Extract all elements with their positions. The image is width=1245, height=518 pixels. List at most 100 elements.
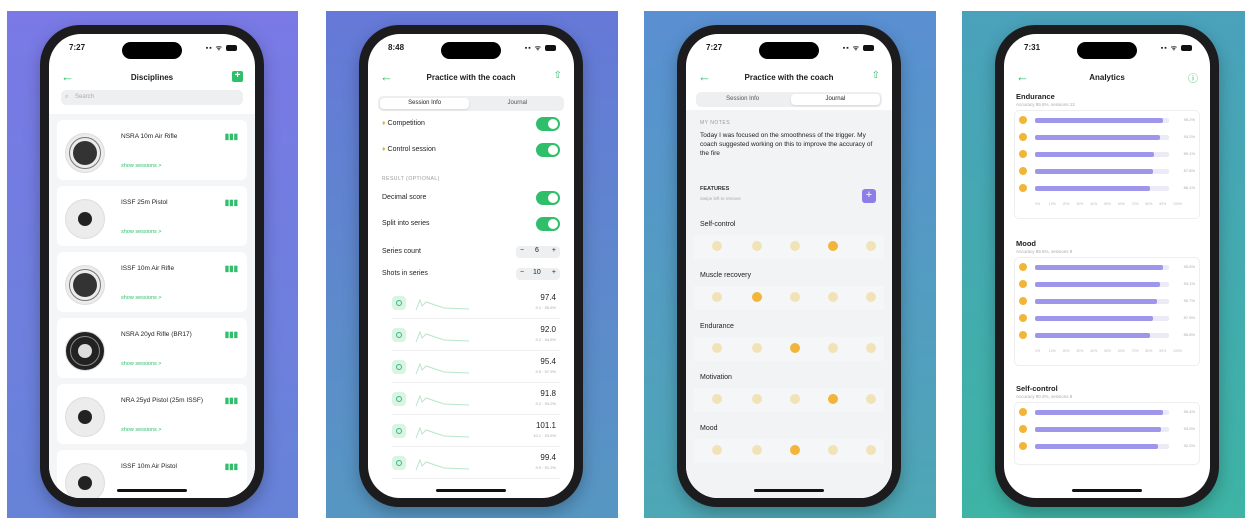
competition-label: ♦ Competition (382, 120, 425, 127)
bar-fill (1035, 427, 1161, 432)
series-count-stepper[interactable]: − 6 + (516, 246, 560, 258)
chart-bars-icon[interactable]: ▮▮▮ (225, 132, 238, 141)
page-title: Analytics (1089, 73, 1125, 82)
add-feature-button[interactable]: + (862, 189, 876, 203)
series-row[interactable]: 92.0 9.2 · 94.6% (392, 322, 560, 351)
tab-journal[interactable]: Journal (790, 94, 880, 105)
emoji-face-icon (1019, 133, 1027, 141)
bar-value: 87.9% (1183, 315, 1195, 320)
feature-section: Muscle recovery (694, 270, 884, 316)
show-sessions-link[interactable]: show sessions > (121, 361, 162, 367)
chart-bars-icon[interactable]: ▮▮▮ (225, 330, 238, 339)
shots-label: Shots in series (382, 270, 428, 277)
add-icon[interactable]: + (232, 71, 243, 82)
competition-toggle[interactable] (536, 117, 560, 131)
decimal-score-toggle[interactable] (536, 191, 560, 205)
list-item[interactable]: NSRA 10m Air Rifle show sessions > ▮▮▮ (57, 120, 247, 180)
emoji-face-icon[interactable] (712, 241, 722, 251)
chart-bars-icon[interactable]: ▮▮▮ (225, 264, 238, 273)
emoji-face-icon[interactable] (752, 292, 762, 302)
emoji-face-icon[interactable] (828, 292, 838, 302)
share-icon[interactable]: ⇧ (872, 70, 880, 81)
emoji-face-icon[interactable] (790, 445, 800, 455)
emoji-face-icon[interactable] (790, 292, 800, 302)
show-sessions-link[interactable]: show sessions > (121, 427, 162, 433)
segmented-control: Session Info Journal (378, 96, 564, 111)
emoji-rating (694, 235, 884, 259)
show-sessions-link[interactable]: show sessions > (121, 295, 162, 301)
emoji-face-icon[interactable] (712, 394, 722, 404)
bar-row: 93.2% (1019, 133, 1195, 142)
panel-analytics: 7:31 ▪▪ ᯤ ← Analytics ⓘ Endurance Accurac… (962, 11, 1245, 518)
trophy-icon: ♦ (382, 146, 386, 153)
search-input[interactable]: ⌕ Search (61, 90, 243, 105)
list-item[interactable]: ISSF 25m Pistol show sessions > ▮▮▮ (57, 186, 247, 246)
series-score: 97.4 (540, 293, 556, 302)
emoji-face-icon[interactable] (712, 445, 722, 455)
series-row[interactable]: 99.4 9.9 · 91.2% (392, 450, 560, 479)
emoji-face-icon[interactable] (828, 343, 838, 353)
emoji-face-icon[interactable] (752, 394, 762, 404)
share-icon[interactable]: ⇧ (554, 70, 562, 81)
emoji-face-icon[interactable] (828, 394, 838, 404)
list-item[interactable]: NRA 25yd Pistol (25m ISSF) show sessions… (57, 384, 247, 444)
series-row[interactable]: 91.8 9.2 · 94.2% (392, 386, 560, 415)
series-row[interactable]: 95.4 9.5 · 97.9% (392, 354, 560, 383)
show-sessions-link[interactable]: show sessions > (121, 163, 162, 169)
panel-disciplines: 7:27 ▪▪ ᯤ ← Disciplines + ⌕ Search NSRA … (7, 11, 298, 518)
page-title: Practice with the coach (426, 73, 516, 82)
chart-bars-icon[interactable]: ▮▮▮ (225, 396, 238, 405)
emoji-face-icon[interactable] (712, 343, 722, 353)
bar-row: 89.1% (1019, 150, 1195, 159)
list-item[interactable]: NSRA 20yd Rifle (BR17) show sessions > ▮… (57, 318, 247, 378)
shots-stepper[interactable]: − 10 + (516, 268, 560, 280)
chart-bars-icon[interactable]: ▮▮▮ (225, 462, 238, 471)
bar-value: 90.7% (1183, 298, 1195, 303)
series-score: 101.1 (535, 421, 556, 430)
emoji-face-icon[interactable] (866, 343, 876, 353)
emoji-face-icon[interactable] (752, 241, 762, 251)
pistol-target-icon (65, 199, 105, 239)
emoji-face-icon[interactable] (790, 394, 800, 404)
status-bar: 7:27 ▪▪ ᯤ (686, 42, 892, 56)
tab-session-info[interactable]: Session Info (380, 98, 470, 109)
emoji-face-icon[interactable] (866, 292, 876, 302)
emoji-face-icon[interactable] (866, 394, 876, 404)
phone-frame: 7:31 ▪▪ ᯤ ← Analytics ⓘ Endurance Accurac… (995, 25, 1219, 507)
emoji-face-icon (1019, 116, 1027, 124)
notes-text[interactable]: Today I was focused on the smoothness of… (700, 131, 876, 158)
emoji-face-icon[interactable] (712, 292, 722, 302)
nav-bar: ← Analytics ⓘ (1004, 68, 1210, 88)
info-icon[interactable]: ⓘ (1188, 70, 1198, 85)
emoji-face-icon[interactable] (790, 241, 800, 251)
emoji-face-icon[interactable] (752, 343, 762, 353)
tab-journal[interactable]: Journal (473, 98, 562, 109)
emoji-face-icon[interactable] (866, 241, 876, 251)
feature-section: Motivation (694, 372, 884, 418)
emoji-face-icon[interactable] (790, 343, 800, 353)
chart-bars-icon[interactable]: ▮▮▮ (225, 198, 238, 207)
status-bar: 7:27 ▪▪ ᯤ (49, 42, 255, 56)
show-sessions-link[interactable]: show sessions > (121, 229, 162, 235)
bar-track (1035, 316, 1169, 321)
emoji-face-icon[interactable] (828, 445, 838, 455)
emoji-face-icon[interactable] (752, 445, 762, 455)
emoji-face-icon[interactable] (866, 445, 876, 455)
list-item[interactable]: ISSF 10m Air Rifle show sessions > ▮▮▮ (57, 252, 247, 312)
bar-value: 92.0% (1183, 443, 1195, 448)
notes-header: MY NOTES (700, 120, 731, 126)
shots-row: Shots in series − 10 + (382, 264, 562, 284)
emoji-face-icon[interactable] (828, 241, 838, 251)
emoji-face-icon (1019, 331, 1027, 339)
tab-session-info[interactable]: Session Info (698, 94, 787, 105)
sparkline-icon (415, 458, 470, 471)
target-icon (392, 296, 406, 310)
sparkline-icon (415, 362, 470, 375)
search-icon: ⌕ (65, 94, 69, 100)
features-hint: Swipe left to remove (700, 196, 741, 201)
signal-wifi-battery-icon: ▪▪ ᯤ (1161, 44, 1192, 53)
split-series-toggle[interactable] (536, 217, 560, 231)
series-row[interactable]: 101.1 10.1 · 93.6% (392, 418, 560, 447)
control-session-toggle[interactable] (536, 143, 560, 157)
series-row[interactable]: 97.4 9.1 · 95.6% (392, 290, 560, 319)
